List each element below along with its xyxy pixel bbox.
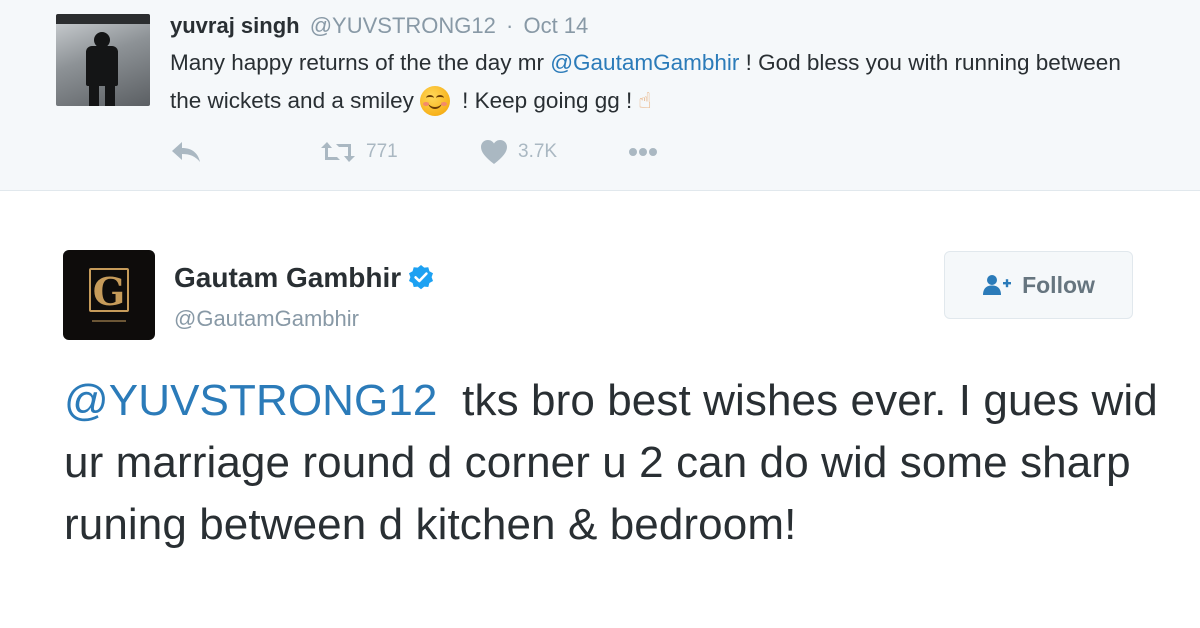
mention-link[interactable]: @GautamGambhir bbox=[550, 50, 739, 75]
tweet-text: @YUVSTRONG12 tks bro best wishes ever. I… bbox=[64, 370, 1174, 556]
author-name[interactable]: yuvraj singh bbox=[170, 13, 300, 38]
avatar-banner bbox=[56, 14, 150, 24]
follow-button[interactable]: Follow bbox=[944, 251, 1133, 319]
meta-separator: · bbox=[506, 13, 514, 38]
follow-button-label: Follow bbox=[1022, 271, 1095, 298]
more-dots-icon bbox=[629, 148, 657, 156]
tweet-date[interactable]: Oct 14 bbox=[523, 13, 588, 38]
mention-link[interactable]: @YUVSTRONG12 bbox=[64, 376, 438, 425]
retweet-count: 771 bbox=[366, 141, 398, 162]
author-name[interactable]: Gautam Gambhir bbox=[174, 262, 401, 294]
like-count: 3.7K bbox=[518, 141, 558, 162]
pointing-hand-emoji-icon: ☝ bbox=[638, 88, 652, 113]
avatar[interactable] bbox=[56, 14, 150, 106]
retweet-icon bbox=[321, 142, 355, 162]
like-button[interactable]: 3.7K bbox=[480, 137, 557, 167]
smiling-face-emoji-icon bbox=[419, 86, 450, 116]
more-button[interactable] bbox=[628, 137, 658, 167]
avatar[interactable]: G bbox=[63, 250, 155, 340]
verified-badge-icon bbox=[409, 265, 434, 290]
retweet-button[interactable]: 771 bbox=[320, 137, 398, 167]
tweet-text-part: ! Keep going gg ! bbox=[455, 88, 633, 113]
tweet-text-part: Many happy returns of the the day mr bbox=[170, 50, 551, 75]
tweet-actions: 771 3.7K bbox=[170, 137, 690, 167]
gg-logo-icon: G bbox=[89, 268, 129, 314]
author-handle[interactable]: @GautamGambhir bbox=[174, 306, 359, 332]
parent-tweet: yuvraj singh @YUVSTRONG12 · Oct 14 Many … bbox=[0, 0, 1200, 191]
tweet-text: Many happy returns of the the day mr @Ga… bbox=[170, 44, 1130, 120]
reply-icon bbox=[172, 142, 200, 162]
reply-button[interactable] bbox=[170, 137, 202, 167]
author-name-row: Gautam Gambhir bbox=[174, 262, 435, 294]
follow-user-icon bbox=[983, 275, 1012, 295]
heart-icon bbox=[481, 140, 507, 164]
author-handle[interactable]: @YUVSTRONG12 bbox=[310, 13, 496, 38]
tweet-header: yuvraj singh @YUVSTRONG12 · Oct 14 bbox=[170, 12, 588, 40]
